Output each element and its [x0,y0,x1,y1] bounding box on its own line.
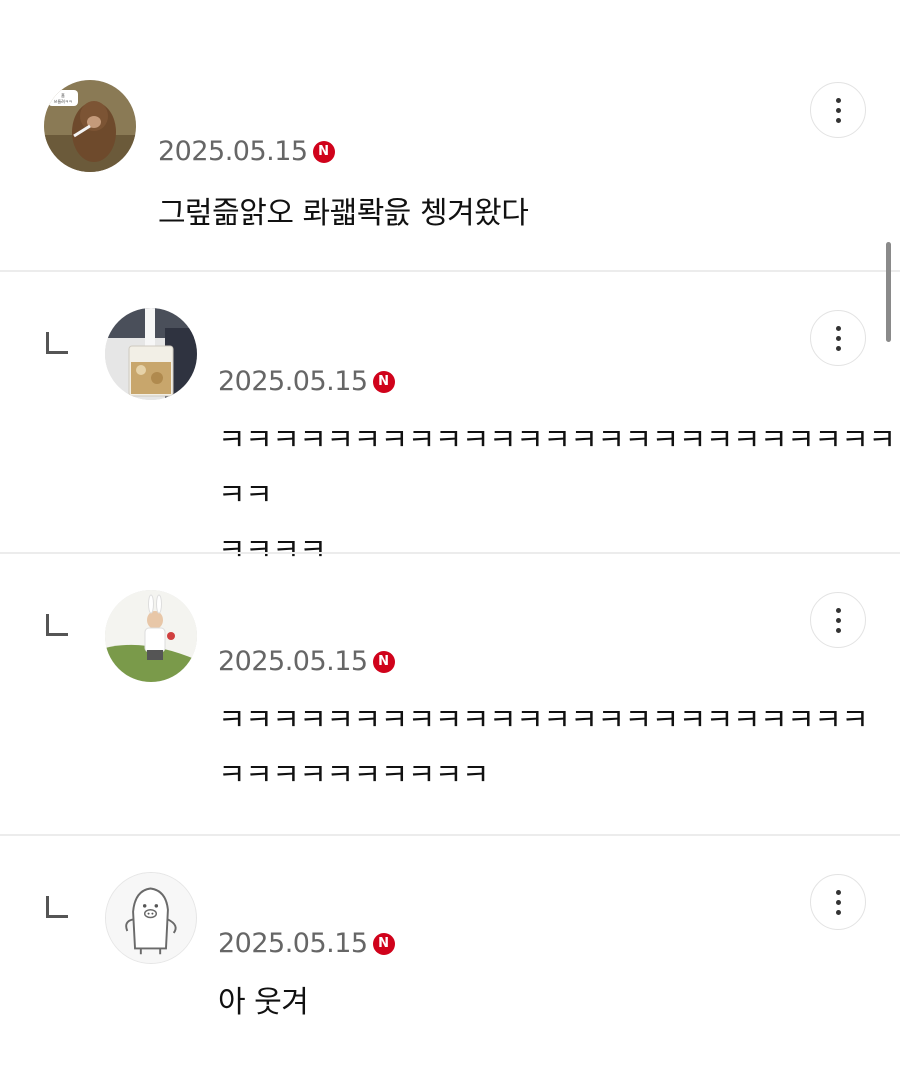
comment-meta: 2025.05.15 N [218,928,395,959]
avatar[interactable] [105,872,197,964]
reply-indent-icon [46,896,68,918]
milk-glass-avatar [105,308,197,400]
avatar[interactable] [105,590,197,682]
svg-text:쓰들려ㅋㅋ: 쓰들려ㅋㅋ [54,98,72,104]
comment-date: 2025.05.15 [218,646,368,677]
comment-text: 그렆즒앍오 롸괣롹읈 쳉겨왔다 [158,196,529,231]
reply-indent-icon [46,332,68,354]
more-options-button[interactable] [810,874,866,930]
comment-date: 2025.05.15 [218,366,368,397]
more-options-button[interactable] [810,82,866,138]
comment-meta: 2025.05.15 N [218,366,395,397]
scrollbar[interactable] [886,242,891,342]
kebab-menu-icon [835,323,841,353]
more-options-button[interactable] [810,592,866,648]
new-badge: N [372,932,395,955]
divider [0,552,900,554]
new-badge: N [372,370,395,393]
avatar[interactable] [105,308,197,400]
avatar-caption: 흠 [61,92,65,98]
comment-date: 2025.05.15 [218,928,368,959]
divider [0,270,900,272]
kebab-menu-icon [835,95,841,125]
kebab-menu-icon [835,605,841,635]
avatar[interactable]: 흠 쓰들려ㅋㅋ [44,80,136,172]
reply-indent-icon [46,614,68,636]
comment-text: 아 웃겨 [218,985,309,1020]
divider [0,834,900,836]
more-options-button[interactable] [810,310,866,366]
comment-text: ㅋㅋㅋㅋㅋㅋㅋㅋㅋㅋㅋㅋㅋㅋㅋㅋㅋㅋㅋㅋㅋㅋㅋㅋ ㅋㅋㅋㅋㅋㅋㅋㅋㅋㅋ [218,703,869,793]
comment-meta: 2025.05.15 N [158,136,335,167]
monkey-smoking-avatar: 흠 쓰들려ㅋㅋ [44,80,136,172]
bunny-ears-person-avatar [105,590,197,682]
kebab-menu-icon [835,887,841,917]
pig-doodle-avatar [106,873,195,962]
comment-date: 2025.05.15 [158,136,308,167]
new-badge: N [372,650,395,673]
new-badge: N [312,140,335,163]
comment-meta: 2025.05.15 N [218,646,395,677]
